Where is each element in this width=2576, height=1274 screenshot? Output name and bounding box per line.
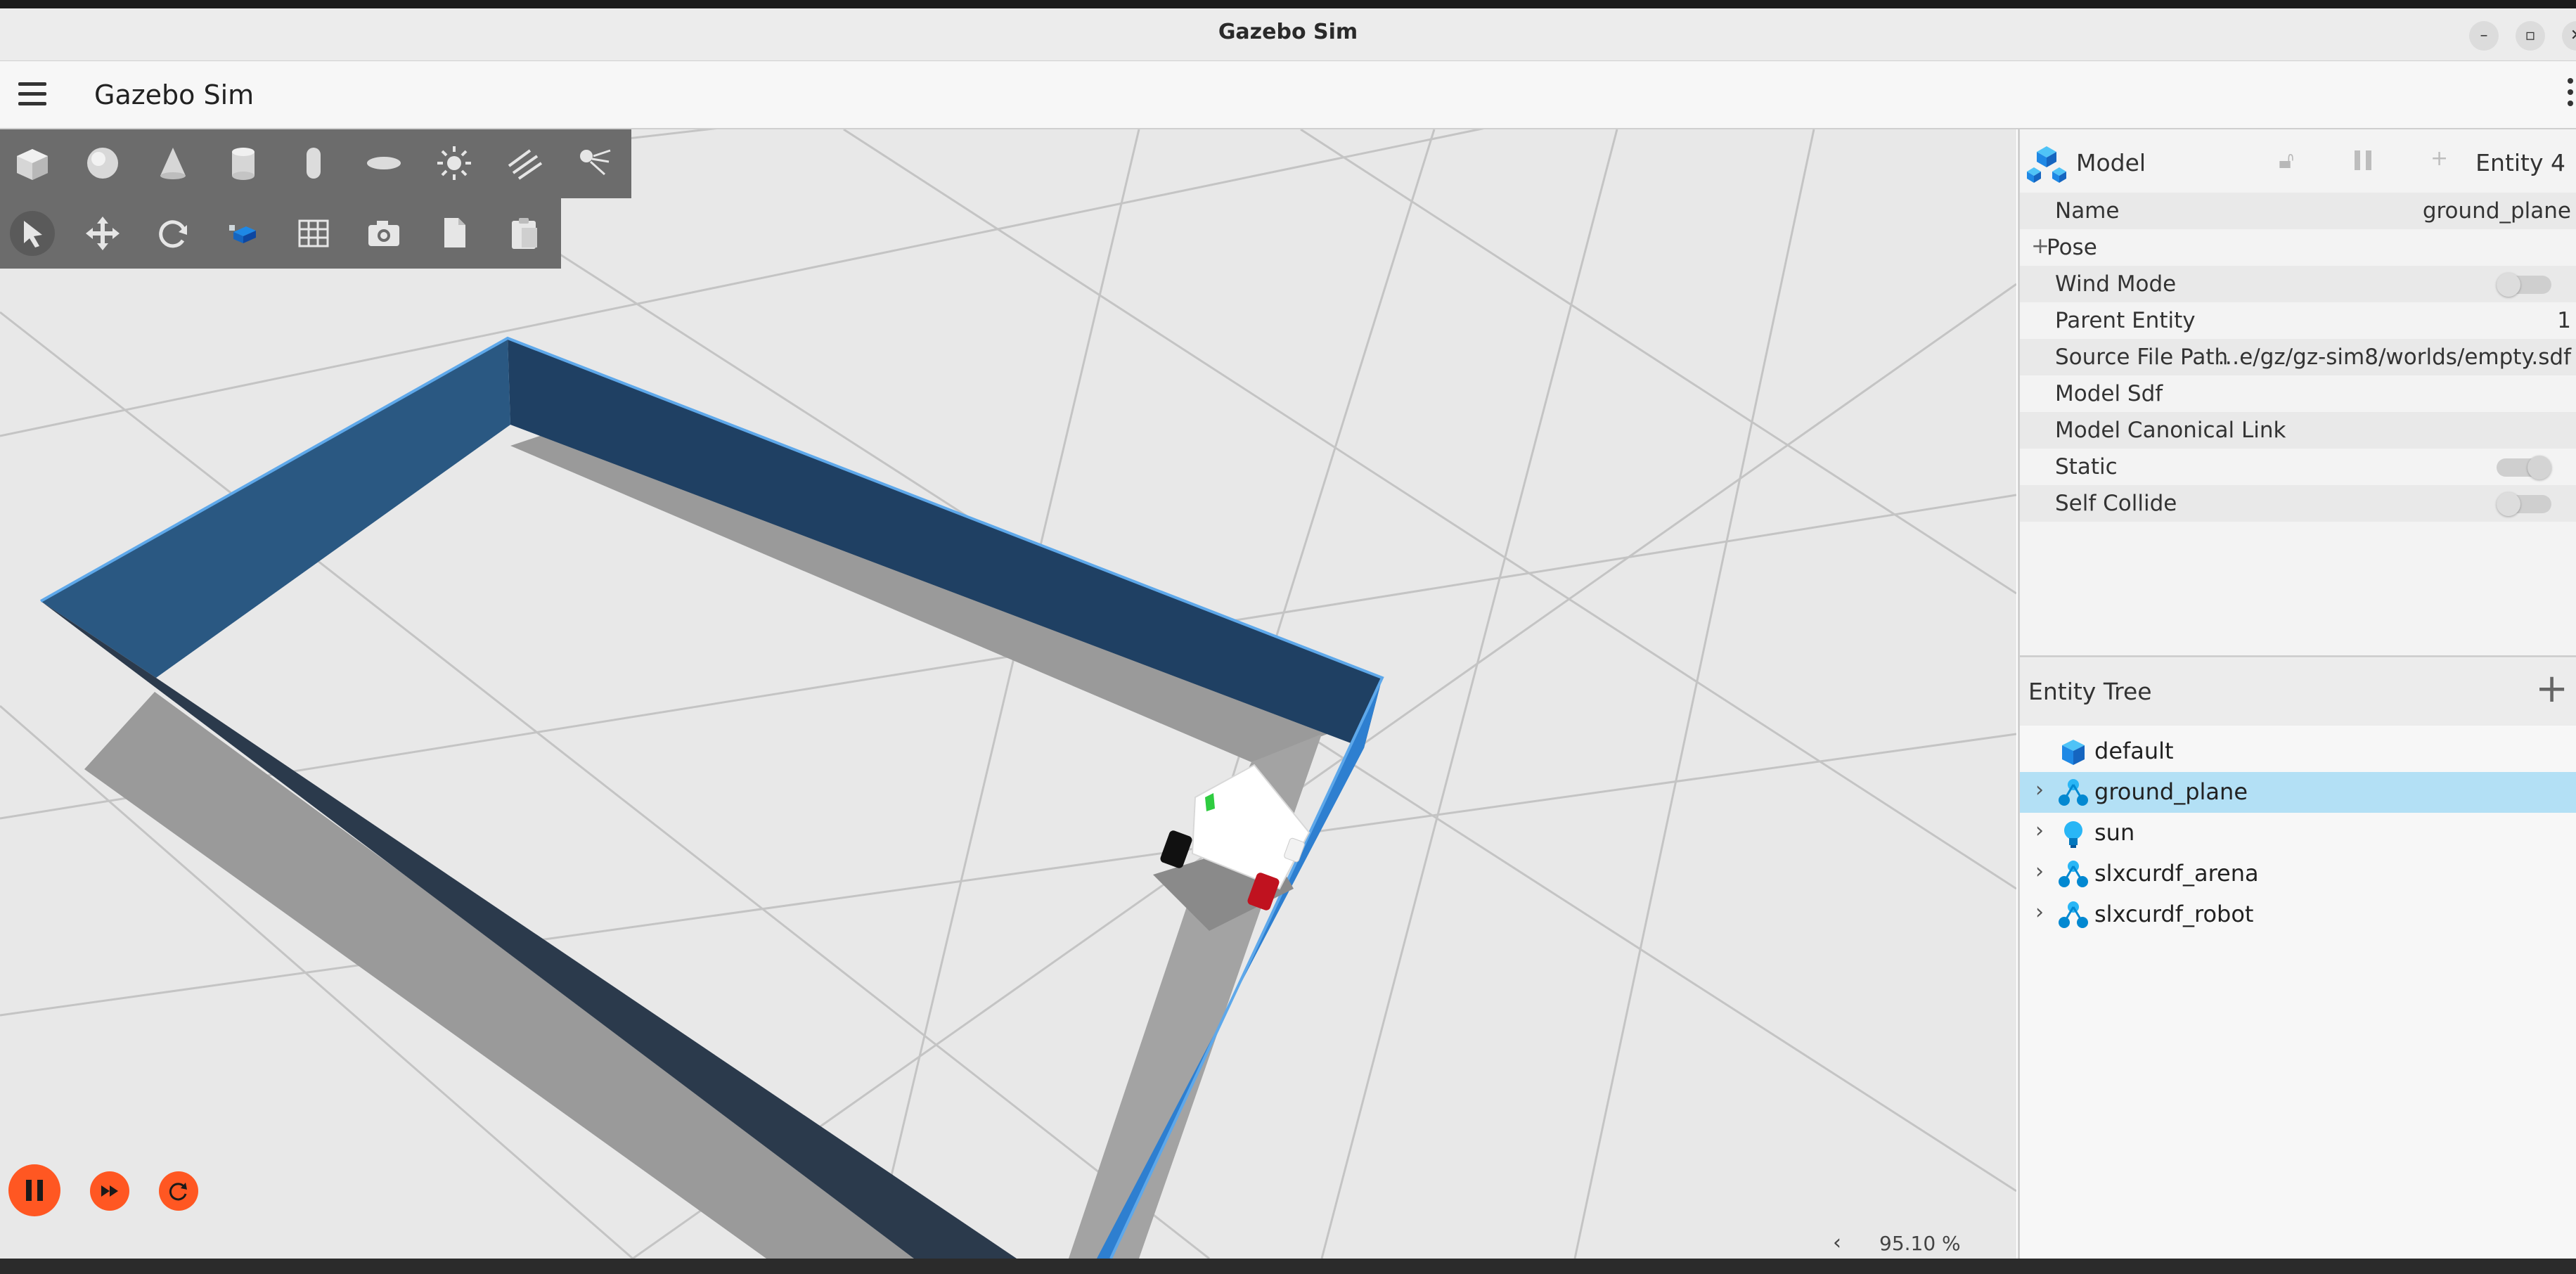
more-options-icon[interactable] bbox=[2568, 78, 2576, 112]
tree-item-default[interactable]: default bbox=[2020, 731, 2576, 772]
transform-toolbar bbox=[0, 198, 561, 269]
tree-item-label: default bbox=[2094, 738, 2174, 764]
chevron-right-icon[interactable]: › bbox=[2035, 818, 2044, 843]
reset-button[interactable] bbox=[159, 1171, 198, 1211]
grid-icon[interactable] bbox=[291, 211, 336, 256]
window-title: Gazebo Sim bbox=[1218, 20, 1358, 44]
prop-name-value[interactable]: ground_plane bbox=[2423, 198, 2571, 224]
prop-static-label: Static bbox=[2055, 454, 2118, 480]
menu-icon[interactable] bbox=[18, 82, 46, 106]
tree-item-slxcurdf-arena[interactable]: › slxcurdf_arena bbox=[2020, 854, 2576, 894]
static-toggle[interactable] bbox=[2497, 456, 2551, 480]
panel-splitter[interactable] bbox=[2020, 655, 2576, 657]
snap-icon[interactable] bbox=[221, 211, 266, 256]
prop-source-file-path: Source File Path …e/gz/gz-sim8/worlds/em… bbox=[2020, 339, 2576, 375]
component-inspector-header: Model 🔓︎ + Entity 4 bbox=[2020, 129, 2576, 197]
top-bezel bbox=[0, 0, 2576, 8]
maximize-button[interactable]: ▫ bbox=[2516, 21, 2545, 51]
app-header: Gazebo Sim bbox=[0, 61, 2576, 129]
scene-3d[interactable] bbox=[0, 129, 2016, 1259]
entity-tree-header: Entity Tree + bbox=[2020, 658, 2576, 726]
sun-light-icon[interactable] bbox=[432, 141, 477, 186]
light-bulb-icon bbox=[2064, 821, 2082, 848]
tree-item-ground-plane[interactable]: › ground_plane bbox=[2020, 772, 2576, 813]
scene-viewport[interactable]: ‹ 95.10 % bbox=[0, 129, 2016, 1259]
tree-item-label: ground_plane bbox=[2094, 778, 2248, 805]
select-icon[interactable] bbox=[10, 211, 55, 256]
cone-icon[interactable] bbox=[150, 141, 195, 186]
cylinder-icon[interactable] bbox=[221, 141, 266, 186]
prop-model-canonical-link: Model Canonical Link bbox=[2020, 412, 2576, 449]
chevron-right-icon[interactable]: › bbox=[2035, 900, 2044, 925]
box-icon[interactable] bbox=[10, 141, 55, 186]
fast-forward-icon bbox=[101, 1185, 118, 1197]
prop-model-sdf[interactable]: Model Sdf bbox=[2020, 375, 2576, 412]
rotate-icon[interactable] bbox=[150, 211, 195, 256]
entity-tree-title: Entity Tree bbox=[2028, 678, 2152, 705]
prop-wind-mode: Wind Mode bbox=[2020, 266, 2576, 302]
window-titlebar: Gazebo Sim – ▫ ✕ bbox=[0, 8, 2576, 61]
add-component-icon[interactable]: + bbox=[2430, 146, 2448, 171]
wind-mode-toggle[interactable] bbox=[2497, 273, 2551, 297]
tree-item-label: slxcurdf_arena bbox=[2094, 860, 2259, 887]
zoom-level: 95.10 % bbox=[1879, 1232, 1961, 1255]
self-collide-toggle[interactable] bbox=[2497, 492, 2551, 516]
prop-parent-entity: Parent Entity 1 bbox=[2020, 302, 2576, 339]
shapes-toolbar bbox=[0, 129, 631, 198]
copy-icon[interactable] bbox=[432, 211, 477, 256]
tree-item-slxcurdf-robot[interactable]: › slxcurdf_robot bbox=[2020, 894, 2576, 935]
capsule-icon[interactable] bbox=[291, 141, 336, 186]
pause-updates-icon[interactable] bbox=[2350, 148, 2376, 176]
translate-icon[interactable] bbox=[80, 211, 125, 256]
model-icon bbox=[2059, 861, 2088, 887]
tree-item-label: slxcurdf_robot bbox=[2094, 901, 2254, 927]
prop-model-sdf-label: Model Sdf bbox=[2055, 381, 2163, 406]
pause-icon bbox=[26, 1180, 43, 1201]
tree-item-sun[interactable]: › sun bbox=[2020, 813, 2576, 854]
prop-parent-entity-value: 1 bbox=[2557, 308, 2571, 333]
tree-item-label: sun bbox=[2094, 819, 2135, 846]
prop-self-collide: Self Collide bbox=[2020, 485, 2576, 522]
directional-light-icon[interactable] bbox=[502, 141, 547, 186]
prop-pose[interactable]: + Pose bbox=[2020, 229, 2576, 266]
host-status-bar bbox=[0, 1259, 2576, 1274]
camera-icon[interactable] bbox=[361, 211, 406, 256]
prop-name: Name ground_plane bbox=[2020, 193, 2576, 229]
right-panel: Model 🔓︎ + Entity 4 Name ground_plane + … bbox=[2018, 129, 2576, 1259]
prop-pose-label: Pose bbox=[2047, 235, 2097, 260]
app-title: Gazebo Sim bbox=[94, 79, 255, 110]
sphere-icon[interactable] bbox=[80, 141, 125, 186]
step-button[interactable] bbox=[90, 1171, 129, 1211]
prop-parent-entity-label: Parent Entity bbox=[2055, 308, 2196, 333]
add-entity-icon[interactable]: + bbox=[2535, 669, 2568, 709]
prop-wind-mode-label: Wind Mode bbox=[2055, 271, 2177, 297]
prop-static: Static bbox=[2020, 449, 2576, 485]
chevron-right-icon[interactable]: › bbox=[2035, 859, 2044, 884]
prop-model-canonical-link-label: Model Canonical Link bbox=[2055, 418, 2286, 443]
lock-icon[interactable]: 🔓︎ bbox=[2279, 146, 2294, 174]
model-icon bbox=[2059, 901, 2088, 928]
prop-source-file-path-value: …e/gz/gz-sim8/worlds/empty.sdf bbox=[2217, 345, 2571, 370]
component-type: Model bbox=[2076, 149, 2146, 176]
minimize-button[interactable]: – bbox=[2469, 21, 2499, 51]
prop-source-file-path-label: Source File Path bbox=[2055, 345, 2229, 370]
reset-icon bbox=[169, 1183, 187, 1201]
model-icon bbox=[2059, 779, 2088, 806]
model-icon bbox=[2027, 146, 2066, 183]
world-cube-icon bbox=[2062, 740, 2085, 765]
zoom-collapse-arrow[interactable]: ‹ bbox=[1833, 1230, 1841, 1255]
entity-tree: default › ground_plane › sun › slxcurdf_… bbox=[2020, 726, 2576, 1259]
spot-light-icon[interactable] bbox=[572, 141, 617, 186]
entity-id: Entity 4 bbox=[2475, 149, 2565, 176]
paste-icon[interactable] bbox=[502, 211, 547, 256]
prop-name-label: Name bbox=[2055, 198, 2120, 224]
pause-button[interactable] bbox=[8, 1164, 60, 1216]
prop-self-collide-label: Self Collide bbox=[2055, 491, 2177, 516]
ellipsoid-icon[interactable] bbox=[361, 141, 406, 186]
chevron-right-icon[interactable]: › bbox=[2035, 778, 2044, 802]
